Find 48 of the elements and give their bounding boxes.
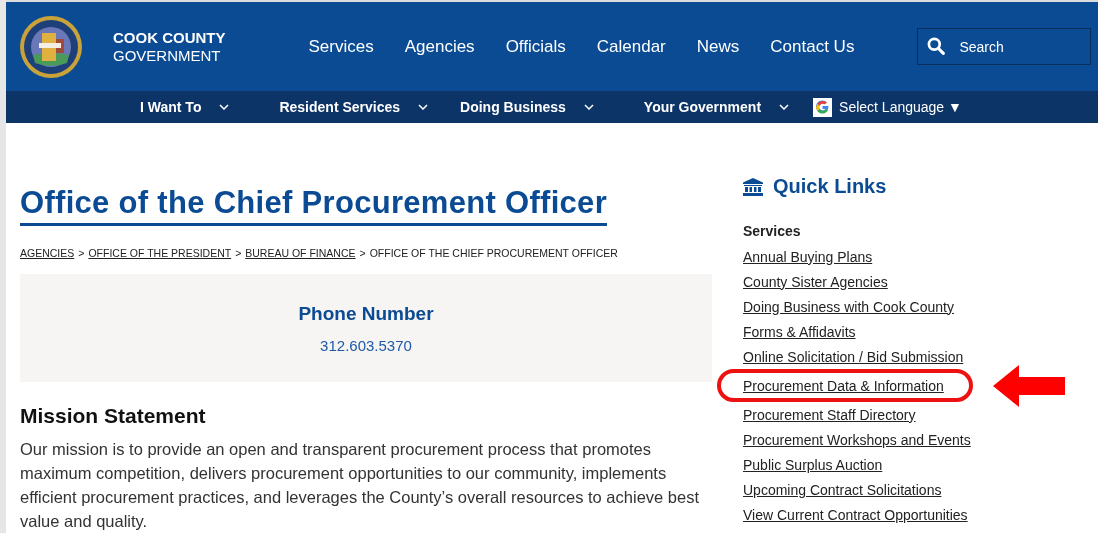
nav-link[interactable]: Agencies (404, 36, 475, 57)
quick-link[interactable]: Procurement Data & Information (743, 377, 944, 394)
section-heading: Mission Statement (20, 404, 207, 428)
quick-link[interactable]: Procurement Workshops and Events (743, 431, 971, 448)
breadcrumb-separator: > (78, 247, 85, 259)
chevron-down-icon (583, 104, 594, 110)
bank-building-icon (743, 177, 763, 196)
quick-link[interactable]: Upcoming Contract Solicitations (743, 481, 942, 498)
nav-link[interactable]: News (696, 36, 740, 57)
quick-link[interactable]: Doing Business with Cook County (743, 298, 954, 315)
breadcrumb-link[interactable]: OFFICE OF THE PRESIDENT (88, 247, 232, 259)
quick-link[interactable]: View Current Contract Opportunities (743, 506, 968, 523)
quick-link[interactable]: County Sister Agencies (743, 273, 888, 290)
menu-dropdown[interactable]: Resident Services (279, 99, 429, 115)
breadcrumb-separator: > (235, 247, 242, 259)
chevron-down-icon (418, 104, 429, 110)
menu-dropdown[interactable]: Doing Business (460, 99, 594, 115)
phone-number-link[interactable]: 312.603.5370 (320, 336, 412, 354)
menu-dropdown[interactable]: Your Government (643, 99, 790, 115)
quick-link[interactable]: Online Solicitation / Bid Submission (743, 348, 964, 365)
nav-link[interactable]: Calendar (596, 36, 666, 57)
menu-dropdown[interactable]: I Want To (140, 99, 230, 115)
nav-link[interactable]: Contact Us (770, 36, 855, 57)
phone-heading: Phone Number (298, 302, 434, 325)
mission-paragraph: Our mission is to provide an open and transparent procurement process that promotes maximum competition, delivers procurement opportunities to our community, implements efficient procurement practices, and leverages the County’s overall resources to achieve best value and quality. (20, 439, 700, 532)
breadcrumb-link[interactable]: BUREAU OF FINANCE (245, 247, 356, 259)
breadcrumb-separator: > (359, 247, 366, 259)
quick-link[interactable]: Procurement Staff Directory (743, 406, 916, 423)
quick-link[interactable]: Forms & Affidavits (743, 323, 856, 340)
search-field[interactable]: Search (917, 28, 1092, 65)
sidebar-section-label: Services (743, 223, 802, 239)
county-seal-logo[interactable] (19, 14, 83, 79)
language-selector[interactable]: Select Language ▼ (839, 99, 962, 115)
quick-link[interactable]: Public Surplus Auction (743, 456, 883, 473)
sidebar-heading: Quick Links (773, 175, 887, 198)
chevron-down-icon (779, 104, 790, 110)
chevron-down-icon (219, 104, 230, 110)
search-icon (927, 37, 946, 55)
nav-link[interactable]: Officials (505, 36, 566, 57)
nav-link[interactable]: Services (308, 36, 374, 57)
page-title: Office of the Chief Procurement Officer (20, 185, 608, 226)
brand-subtitle[interactable]: GOVERNMENT (113, 46, 226, 65)
brand-name[interactable]: COOK COUNTY (113, 28, 226, 47)
quick-link[interactable]: Annual Buying Plans (743, 248, 873, 265)
pointer-arrow (993, 365, 1065, 407)
breadcrumb-link[interactable]: AGENCIES (20, 247, 75, 259)
google-icon (813, 97, 833, 117)
breadcrumb-current: OFFICE OF THE CHIEF PROCUREMENT OFFICER (369, 247, 618, 259)
